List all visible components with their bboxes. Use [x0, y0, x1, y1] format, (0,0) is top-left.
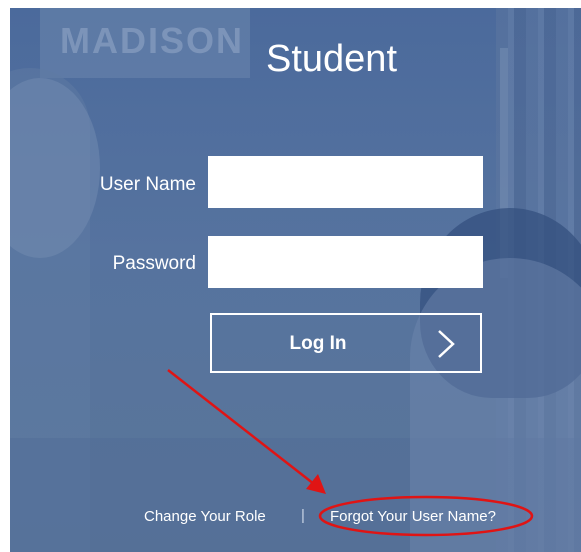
- change-role-link[interactable]: Change Your Role: [144, 508, 266, 525]
- login-button[interactable]: Log In: [210, 313, 482, 373]
- password-label: Password: [112, 253, 196, 274]
- background-shelf-edge: [500, 48, 508, 278]
- chevron-right-icon: [436, 329, 456, 362]
- forgot-username-link[interactable]: Forgot Your User Name?: [330, 508, 496, 525]
- password-input[interactable]: [208, 236, 483, 288]
- username-label: User Name: [99, 174, 196, 195]
- background-person-left: [10, 68, 90, 552]
- username-input[interactable]: [208, 156, 483, 208]
- login-button-label: Log In: [289, 333, 347, 354]
- background-bookshelf: [496, 8, 581, 552]
- login-screen: MADISON Student User Name Password Log I…: [10, 8, 581, 552]
- background-person-left-head: [10, 78, 100, 258]
- link-separator: |: [301, 507, 305, 524]
- background-table: [10, 438, 581, 552]
- footer-links: Change Your Role | Forgot Your User Name…: [10, 506, 581, 530]
- page-title: Student: [266, 38, 397, 80]
